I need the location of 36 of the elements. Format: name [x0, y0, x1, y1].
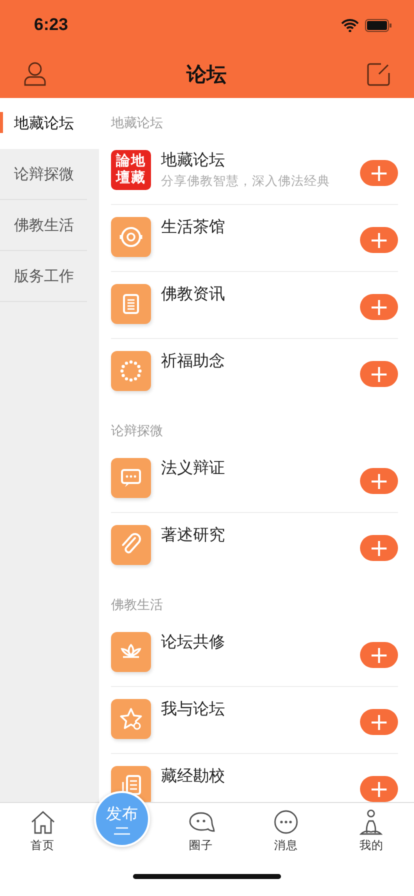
chat-bubble-icon [111, 458, 151, 498]
sidebar-item[interactable]: 佛教生活 [0, 200, 87, 251]
forum-name[interactable]: 藏经勘校 [161, 766, 360, 786]
compose-icon[interactable] [367, 62, 390, 86]
section-header: 佛教生活 [111, 597, 164, 615]
sidebar-item[interactable]: 地藏论坛 [0, 98, 99, 149]
forum-name[interactable]: 地藏论坛 [161, 150, 360, 170]
forum-name[interactable]: 著述研究 [161, 525, 360, 545]
tab-item[interactable]: 消息 [244, 803, 329, 857]
battery-icon [365, 18, 392, 32]
wifi-icon [341, 18, 359, 32]
forum-name[interactable]: 佛教资讯 [161, 284, 360, 304]
lotus-icon [111, 632, 151, 672]
section-header: 地藏论坛 [111, 115, 164, 133]
page-title: 论坛 [186, 60, 226, 88]
section-header: 论辩探微 [111, 423, 164, 441]
kettle-icon [111, 217, 151, 257]
profile-icon[interactable] [24, 62, 46, 86]
tab-item[interactable]: 首页 [0, 803, 86, 857]
double-line-icon [114, 826, 130, 834]
tab-item[interactable]: 我的 [328, 803, 414, 857]
forum-name[interactable]: 法义辩证 [161, 458, 360, 478]
bead-ring-icon [111, 351, 151, 391]
forum-description: 分享佛教智慧，深入佛法经典 [161, 173, 331, 190]
forum-logo: 論地壇藏 [111, 150, 151, 190]
clock-time: 6:23 [34, 15, 68, 35]
paperclip-icon [111, 525, 151, 565]
forum-name[interactable]: 论坛共修 [161, 632, 360, 652]
tab-item[interactable]: 圈子 [158, 803, 244, 857]
sidebar-item[interactable]: 论辩探微 [0, 149, 87, 200]
sidebar-item[interactable]: 版务工作 [0, 251, 87, 302]
forum-name[interactable]: 我与论坛 [161, 699, 360, 719]
document-icon [111, 284, 151, 324]
forum-name[interactable]: 生活茶馆 [161, 217, 360, 237]
forum-name[interactable]: 祈福助念 [161, 351, 360, 371]
message-bubble-icon [272, 809, 300, 836]
